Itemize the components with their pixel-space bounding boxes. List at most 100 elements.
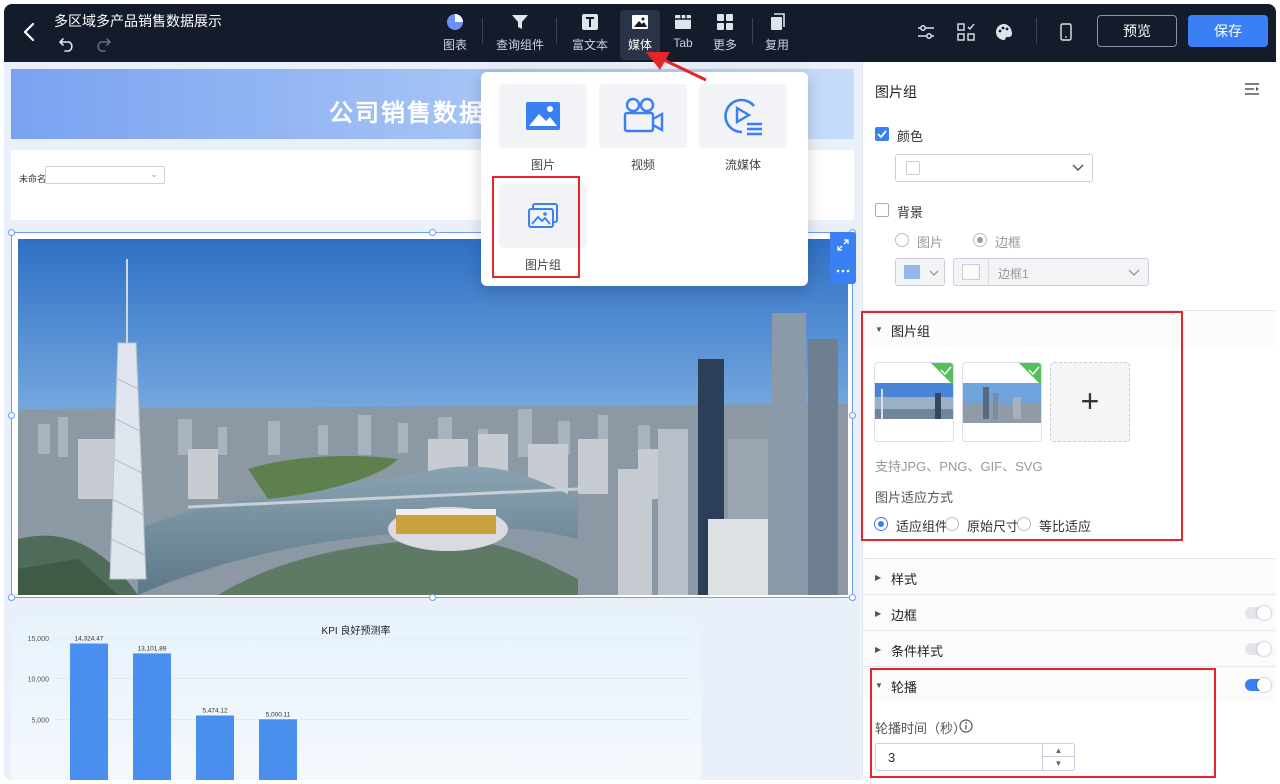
color-checkbox[interactable]: [875, 127, 889, 141]
app-window: 多区域多产品销售数据展示 图表 查询组件 富文本 媒体 Tab 更多 复用 预览…: [4, 4, 1276, 780]
section-style-title: 样式: [891, 572, 918, 587]
chevron-down-icon: [929, 270, 939, 276]
bg-image-radio[interactable]: [895, 233, 909, 247]
chart-plot: 15,000 10,000 5,000 14,324.47 13,101.89 5,474…: [28, 635, 691, 780]
section-border[interactable]: ▶ 边框: [863, 594, 1276, 630]
media-item-image-label: 图片: [530, 158, 555, 172]
border-select-value: 边框1: [998, 267, 1029, 281]
tool-chart-label: 图表: [442, 38, 467, 52]
copy-icon: [771, 13, 785, 30]
undo-icon[interactable]: [58, 36, 76, 52]
resize-handle[interactable]: [429, 594, 436, 601]
media-item-image[interactable]: 图片: [499, 84, 587, 173]
color-select[interactable]: [895, 154, 1093, 182]
condition-style-toggle[interactable]: [1245, 642, 1271, 656]
resize-handle[interactable]: [8, 229, 15, 236]
divider: [556, 18, 557, 44]
bg-color-picker[interactable]: [895, 258, 945, 286]
data-label: 5,000.11: [266, 711, 291, 718]
resize-handle[interactable]: [849, 594, 856, 601]
bar: [133, 653, 171, 780]
bar: [70, 643, 108, 780]
banner-title: 公司销售数据: [329, 100, 485, 127]
y-tick-label: 15,000: [28, 636, 50, 643]
filter-label: 未命名: [19, 174, 47, 184]
y-tick-label: 10,000: [28, 677, 50, 684]
image-icon: [632, 15, 648, 29]
dashboard-title: 多区域多产品销售数据展示: [54, 13, 222, 29]
pie-chart-icon: [447, 14, 463, 30]
y-tick-label: 5,000: [31, 717, 49, 724]
media-item-video[interactable]: 视频: [599, 84, 687, 173]
highlight-box: [870, 668, 1216, 778]
tool-query-label: 查询组件: [495, 38, 544, 52]
section-border-title: 边框: [891, 608, 918, 623]
carousel-toggle[interactable]: [1245, 678, 1271, 692]
divider: [1036, 18, 1037, 44]
city-photo: [18, 239, 848, 595]
video-camera-icon: [623, 97, 664, 133]
resize-handle[interactable]: [8, 594, 15, 601]
tool-chart[interactable]: 图表: [438, 10, 472, 60]
resize-handle[interactable]: [429, 229, 436, 236]
chevron-down-icon: [1128, 269, 1140, 276]
bg-border-label: 边框: [995, 235, 1022, 250]
divider: [482, 18, 483, 44]
triangle-right-icon: ▶: [875, 573, 882, 582]
save-button[interactable]: 保存: [1188, 15, 1268, 47]
color-label: 颜色: [897, 129, 924, 144]
highlight-box: [492, 176, 580, 278]
section-condition-title: 条件样式: [891, 644, 944, 659]
collapse-panel-icon[interactable]: [1244, 82, 1260, 96]
component-actions[interactable]: [830, 232, 856, 284]
tool-query[interactable]: 查询组件: [492, 10, 548, 60]
chevron-down-icon: [1072, 164, 1084, 172]
annotation-arrow-icon: [646, 52, 707, 82]
border-preview: [962, 264, 980, 280]
section-style[interactable]: ▶ 样式: [863, 558, 1276, 594]
bg-border-radio[interactable]: [973, 233, 987, 247]
check-icon: [877, 130, 887, 139]
checklist-icon[interactable]: [956, 22, 976, 42]
preview-button[interactable]: 预览: [1097, 15, 1177, 47]
media-item-stream-label: 流媒体: [724, 158, 761, 172]
settings-sliders-icon[interactable]: [916, 22, 936, 42]
panel-title: 图片组: [875, 84, 917, 100]
divider: [752, 18, 753, 44]
data-label: 14,324.47: [75, 635, 104, 642]
kpi-chart[interactable]: KPI 良好预测率 15,000 10,000 5,000 14,324.47 13,1…: [11, 610, 701, 780]
border-style-select[interactable]: 边框1: [953, 258, 1149, 286]
image-icon: [526, 102, 560, 130]
border-toggle[interactable]: [1245, 606, 1271, 620]
tool-reuse[interactable]: 复用: [762, 10, 792, 60]
palette-icon[interactable]: [994, 22, 1014, 42]
tool-reuse-label: 复用: [764, 38, 789, 52]
tab-icon: [675, 15, 691, 29]
bar: [196, 715, 234, 780]
section-condition-style[interactable]: ▶ 条件样式: [863, 630, 1276, 666]
image-group-component[interactable]: [8, 229, 856, 601]
resize-handle[interactable]: [8, 412, 15, 419]
text-icon: [582, 14, 598, 30]
filter-select[interactable]: ⌄: [45, 166, 165, 184]
background-checkbox[interactable]: [875, 203, 889, 217]
bar: [259, 719, 297, 780]
back-arrow-icon[interactable]: [20, 20, 40, 44]
stream-play-icon: [724, 98, 762, 136]
more-dots-icon[interactable]: [836, 264, 850, 278]
media-item-stream[interactable]: 流媒体: [699, 84, 787, 173]
divider: [988, 259, 989, 285]
data-label: 13,101.89: [138, 645, 167, 652]
grid-icon: [717, 14, 733, 30]
resize-handle[interactable]: [849, 412, 856, 419]
tool-richtext[interactable]: 富文本: [570, 10, 610, 60]
bg-image-label: 图片: [917, 235, 944, 250]
filter-icon: [512, 15, 528, 29]
redo-icon[interactable]: [94, 36, 112, 52]
expand-icon[interactable]: [836, 238, 850, 252]
color-swatch: [906, 161, 920, 175]
mobile-preview-icon[interactable]: [1056, 22, 1076, 42]
chevron-down-icon: ⌄: [150, 169, 158, 179]
triangle-right-icon: ▶: [875, 645, 882, 654]
tool-more[interactable]: 更多: [710, 10, 740, 60]
